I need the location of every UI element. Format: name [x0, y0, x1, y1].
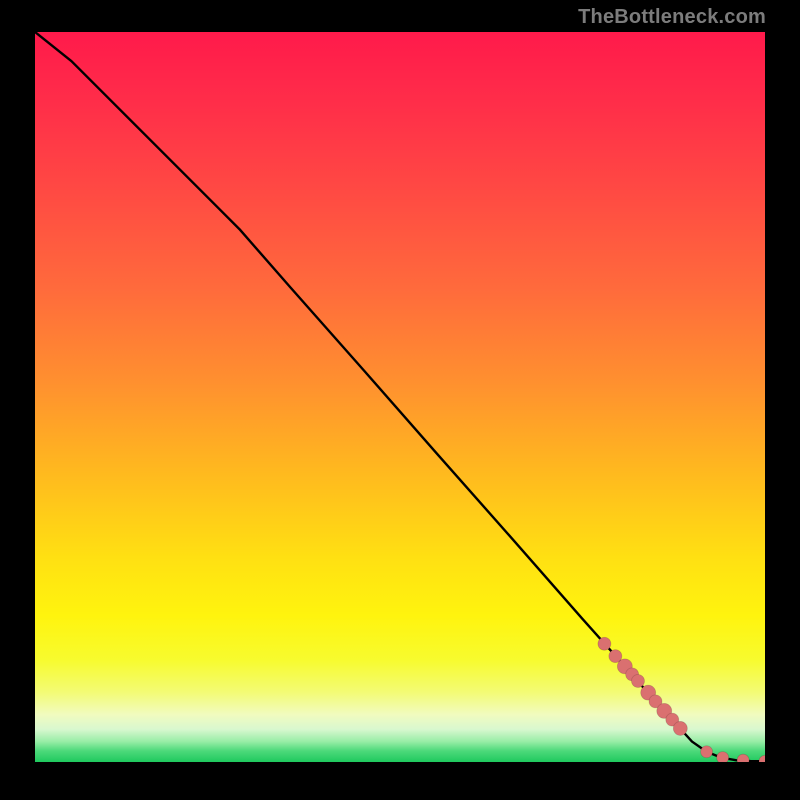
plot-area: [35, 32, 765, 762]
chart-point: [701, 746, 713, 758]
chart-root: { "attribution": "TheBottleneck.com", "c…: [0, 0, 800, 800]
attribution-text: TheBottleneck.com: [578, 6, 766, 29]
chart-points-group: [598, 637, 765, 762]
chart-point: [673, 721, 687, 735]
chart-point: [717, 752, 729, 762]
chart-point: [598, 637, 611, 650]
chart-line: [35, 32, 765, 761]
chart-point: [631, 674, 644, 687]
chart-point: [759, 755, 765, 762]
chart-overlay: [35, 32, 765, 762]
chart-point: [737, 754, 749, 762]
